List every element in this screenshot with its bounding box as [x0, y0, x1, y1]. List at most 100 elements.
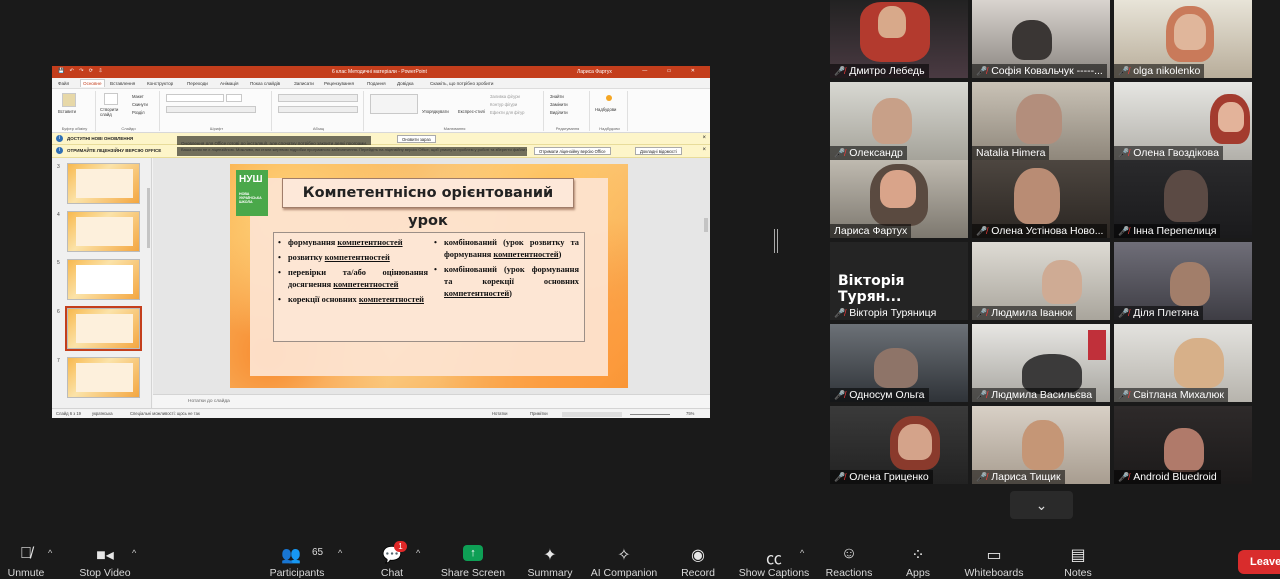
participant-tile[interactable]: 🎤̸ Софія Ковальчук -----...	[972, 0, 1110, 78]
participant-tile[interactable]: 🎤̸ Діля Плетяна	[1114, 242, 1252, 320]
tab-review[interactable]: Рецензування	[324, 81, 354, 86]
reset-button[interactable]: Скинути	[132, 102, 148, 107]
align-buttons[interactable]	[278, 106, 358, 113]
layout-button[interactable]: Макет	[132, 94, 144, 99]
font-size-field[interactable]	[226, 94, 242, 102]
comments-toggle[interactable]: Примітки	[530, 411, 548, 416]
canvas-scrollbar[interactable]	[704, 218, 708, 232]
language-indicator[interactable]: українська	[92, 411, 113, 416]
find-button[interactable]: Знайти	[550, 94, 564, 99]
participant-tile[interactable]: 🎤̸ olga nikolenko	[1114, 0, 1252, 78]
participants-options-caret[interactable]: ^	[336, 536, 348, 579]
notes-button[interactable]: ▤ Notes	[1058, 536, 1098, 579]
zoom-slider[interactable]	[630, 414, 670, 415]
slide-thumbnail[interactable]	[67, 259, 140, 300]
shape-fill-button[interactable]: Заливка фігури	[490, 94, 520, 99]
quick-access-toolbar[interactable]: 💾 ↶ ↷ ⟳ ⇩	[58, 68, 105, 74]
video-options-caret[interactable]: ^	[130, 536, 142, 579]
close-icon[interactable]: ×	[702, 147, 706, 153]
share-screen-button[interactable]: ↑ Share Screen	[438, 536, 508, 579]
tab-home[interactable]: Основне	[80, 79, 105, 87]
record-button[interactable]: ◉ Record	[676, 536, 720, 579]
replace-button[interactable]: Замінити	[550, 102, 568, 107]
participant-tile[interactable]: 🎤̸ Олена Гвоздікова	[1114, 82, 1252, 160]
list-buttons[interactable]	[278, 94, 358, 102]
captions-options-caret[interactable]: ^	[798, 536, 810, 579]
addins-button[interactable]: Надбудови	[595, 107, 616, 112]
participants-button[interactable]: 👥 65 Participants	[262, 536, 332, 579]
participant-tile[interactable]: 🎤̸ Лариса Тищик	[972, 406, 1110, 484]
notes-toggle[interactable]: Нотатки	[492, 411, 507, 416]
slide-thumbnails-pane[interactable]: 3 4 5 6 7	[52, 158, 152, 408]
window-controls[interactable]: — ▭ ✕	[642, 68, 704, 74]
slide-thumbnail[interactable]	[67, 211, 140, 252]
signed-in-user[interactable]: Лариса Фартух	[577, 69, 612, 75]
tab-file[interactable]: Файл	[58, 81, 69, 86]
slide-title[interactable]: Компетентнісно орієнтований урок	[282, 178, 574, 229]
font-format-buttons[interactable]	[166, 106, 256, 113]
participant-tile[interactable]: Natalia Himera	[972, 82, 1110, 160]
participant-tile-active-speaker[interactable]: Лариса Фартух	[830, 160, 968, 238]
participant-tile[interactable]: 🎤̸ Android Bluedroid	[1114, 406, 1252, 484]
shape-outline-button[interactable]: Контур фігури	[490, 102, 517, 107]
shared-screen[interactable]: 💾 ↶ ↷ ⟳ ⇩ 6 клас Методичні матеріали - P…	[52, 66, 710, 418]
arrange-button[interactable]: Упорядкувати	[422, 109, 449, 114]
shapes-gallery[interactable]	[370, 94, 418, 114]
tab-record[interactable]: Записати	[294, 81, 314, 86]
resize-handle[interactable]	[774, 229, 778, 253]
section-button[interactable]: Розділ	[132, 110, 145, 115]
tab-transitions[interactable]: Переходи	[187, 81, 208, 86]
zoom-level[interactable]: 75%	[686, 411, 694, 416]
unmute-button[interactable]: 🎙̸ Unmute	[0, 536, 52, 579]
paste-icon[interactable]	[62, 93, 76, 107]
participant-tile[interactable]: 🎤̸ Людмила Васильєва	[972, 324, 1110, 402]
shape-effects-button[interactable]: Ефекти для фігур	[490, 110, 524, 115]
summary-button[interactable]: ✦ Summary	[522, 536, 578, 579]
tab-design[interactable]: Конструктор	[147, 81, 173, 86]
slide-content-box[interactable]: формування компетентностей розвитку комп…	[273, 232, 585, 342]
participant-tile[interactable]: 🎤̸ Односум Ольга	[830, 324, 968, 402]
tell-me-search[interactable]: Скажіть, що потрібно зробити	[430, 81, 493, 86]
tab-help[interactable]: Довідка	[397, 81, 414, 86]
font-name-field[interactable]	[166, 94, 224, 102]
participant-tile[interactable]: 🎤̸ Світлана Михалюк	[1114, 324, 1252, 402]
new-slide-button[interactable]: Створити слайд	[100, 107, 126, 117]
get-license-button[interactable]: Отримати ліцензійну версію Office	[534, 147, 611, 155]
thumbnails-scrollbar[interactable]	[147, 188, 150, 248]
tab-view[interactable]: Подання	[367, 81, 386, 86]
new-slide-icon[interactable]	[104, 93, 118, 105]
apps-button[interactable]: ⁘ Apps	[896, 536, 940, 579]
notes-pane[interactable]: Нотатки до слайда	[153, 394, 710, 408]
participant-tile[interactable]: 🎤̸ Дмитро Лебедь	[830, 0, 968, 78]
quick-styles-button[interactable]: Експрес-стилі	[458, 109, 485, 114]
update-now-button[interactable]: Оновити зараз	[397, 135, 436, 143]
audio-options-caret[interactable]: ^	[46, 536, 58, 579]
participant-tile-video-off[interactable]: Вікторія Турян... 🎤̸ Вікторія Туряниця	[830, 242, 968, 320]
slide-thumbnail[interactable]	[67, 357, 140, 398]
tab-animations[interactable]: Анімація	[220, 81, 238, 86]
learn-more-button[interactable]: Докладні відомості	[635, 147, 682, 155]
leave-button[interactable]: Leave	[1238, 550, 1280, 574]
slide-thumbnail-selected[interactable]	[65, 306, 142, 351]
chat-options-caret[interactable]: ^	[414, 536, 426, 579]
paste-button[interactable]: Вставити	[58, 109, 76, 114]
view-buttons[interactable]	[562, 412, 622, 417]
stop-video-button[interactable]: ■◂ Stop Video	[74, 536, 136, 579]
close-icon[interactable]: ×	[702, 135, 706, 141]
slide-thumbnail[interactable]	[67, 163, 140, 204]
more-participants-chevron[interactable]: ⌄	[1010, 491, 1073, 519]
reactions-button[interactable]: ☺ Reactions	[822, 536, 876, 579]
participant-tile[interactable]: 🎤̸ Інна Перепелиця	[1114, 160, 1252, 238]
participant-tile[interactable]: 🎤̸ Олена Гриценко	[830, 406, 968, 484]
whiteboards-button[interactable]: ▭ Whiteboards	[960, 536, 1028, 579]
addins-icon[interactable]	[606, 95, 612, 101]
chat-button[interactable]: 💬 1 Chat	[372, 536, 412, 579]
current-slide[interactable]: НУШ НОВА УКРАЇНСЬКА ШКОЛА Компетентнісно…	[230, 164, 628, 388]
ai-companion-button[interactable]: ✧ AI Companion	[588, 536, 660, 579]
tab-insert[interactable]: Вставлення	[110, 81, 135, 86]
select-button[interactable]: Виділити	[550, 110, 568, 115]
tab-slideshow[interactable]: Показ слайдів	[250, 81, 280, 86]
accessibility-indicator[interactable]: Спеціальні можливості: щось не так	[130, 411, 200, 416]
participant-tile[interactable]: 🎤̸ Людмила Іванюк	[972, 242, 1110, 320]
participant-tile[interactable]: 🎤̸ Олена Устінова Ново...	[972, 160, 1110, 238]
